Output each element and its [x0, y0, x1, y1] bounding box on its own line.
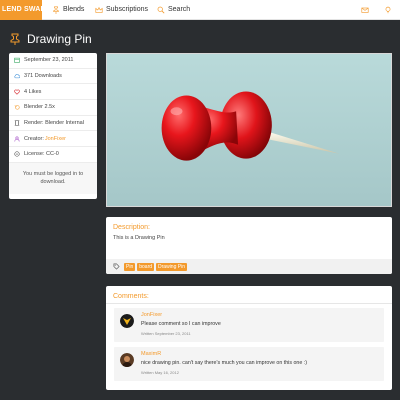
heart-icon: [14, 89, 20, 95]
blend-info-panel: September 23, 2011 371 Downloads 4 Likes…: [9, 53, 97, 199]
page-title: Drawing Pin: [27, 32, 92, 46]
comment-author[interactable]: MaximR: [141, 351, 161, 357]
info-downloads: 371 Downloads: [9, 69, 97, 85]
creator-link[interactable]: JonFixer: [45, 136, 66, 142]
nav-subscriptions-label: Subscriptions: [106, 6, 149, 13]
tag-pin[interactable]: Pin: [124, 262, 136, 271]
comments-heading: Comments:: [106, 286, 392, 304]
comment-date: Written May 16, 2012: [141, 370, 179, 375]
nav-subscriptions[interactable]: Subscriptions: [95, 0, 148, 20]
comment-date: Written September 23, 2011: [141, 331, 191, 336]
nav-blends[interactable]: Blends: [52, 0, 84, 20]
drawing-pin-render: [161, 91, 340, 161]
nav-search[interactable]: Search: [157, 0, 190, 20]
crown-icon: [95, 6, 103, 13]
blender-icon: [14, 105, 20, 110]
user-icon: [14, 136, 20, 142]
info-date: September 23, 2011: [9, 53, 97, 69]
tag-drawing-pin[interactable]: Drawing Pin: [156, 262, 187, 271]
login-note: You must be logged in to download.: [9, 162, 97, 194]
info-creator: Creator: JonFixer: [9, 131, 97, 148]
info-likes-text: 4 Likes: [24, 88, 42, 95]
tag-board[interactable]: board: [137, 262, 155, 271]
brand-logo[interactable]: LEND SWAP: [0, 0, 42, 20]
info-likes: 4 Likes: [9, 84, 97, 101]
comment-text: nice drawing pin. can't say there's much…: [141, 360, 308, 366]
avatar-image: [120, 314, 134, 328]
info-date-text: September 23, 2011: [24, 57, 74, 64]
mail-icon: [361, 7, 369, 13]
info-blender-version-text: Blender 2.5x: [24, 104, 55, 111]
pin-icon: [53, 6, 59, 14]
page-header: Drawing Pin: [9, 30, 92, 48]
avatar[interactable]: [120, 314, 134, 328]
comment-item: MaximR nice drawing pin. can't say there…: [114, 347, 384, 381]
blend-preview-image[interactable]: [106, 53, 392, 207]
description-panel: Description: This is a Drawing Pin Pin b…: [106, 217, 392, 274]
comments-panel: Comments: JonFixer Please comment so I c…: [106, 286, 392, 390]
info-render-text: Render: Blender Internal: [24, 120, 84, 127]
top-navbar: LEND SWAP Blends Subscriptions Search: [0, 0, 400, 20]
info-render: Render: Blender Internal: [9, 116, 97, 132]
mail-button[interactable]: [361, 0, 369, 20]
description-heading: Description:: [113, 224, 150, 231]
info-creator-label: Creator:: [24, 135, 44, 142]
avatar-image: [120, 353, 134, 367]
info-downloads-text: 371 Downloads: [24, 73, 62, 80]
avatar[interactable]: [120, 353, 134, 367]
nav-blends-label: Blends: [63, 6, 85, 13]
cloud-download-icon: [14, 74, 20, 79]
cc-icon: cc: [14, 151, 20, 158]
search-icon: [157, 6, 165, 14]
description-text: This is a Drawing Pin: [113, 235, 165, 241]
theme-button[interactable]: [384, 0, 392, 20]
tags-icon: [113, 263, 120, 270]
comment-text: Please comment so I can improve: [141, 321, 221, 327]
calendar-icon: [14, 58, 20, 64]
info-license: cc License: CC-0: [9, 147, 97, 163]
comment-item: JonFixer Please comment so I can improve…: [114, 308, 384, 342]
info-blender-version: Blender 2.5x: [9, 100, 97, 116]
info-license-text: License: CC-0: [24, 151, 59, 158]
nav-search-label: Search: [168, 6, 191, 13]
render-icon: [14, 120, 20, 126]
pin-icon: [10, 33, 20, 45]
lightbulb-icon: [385, 6, 391, 14]
tag-bar: Pin board Drawing Pin: [106, 259, 392, 274]
comment-author[interactable]: JonFixer: [141, 312, 162, 318]
